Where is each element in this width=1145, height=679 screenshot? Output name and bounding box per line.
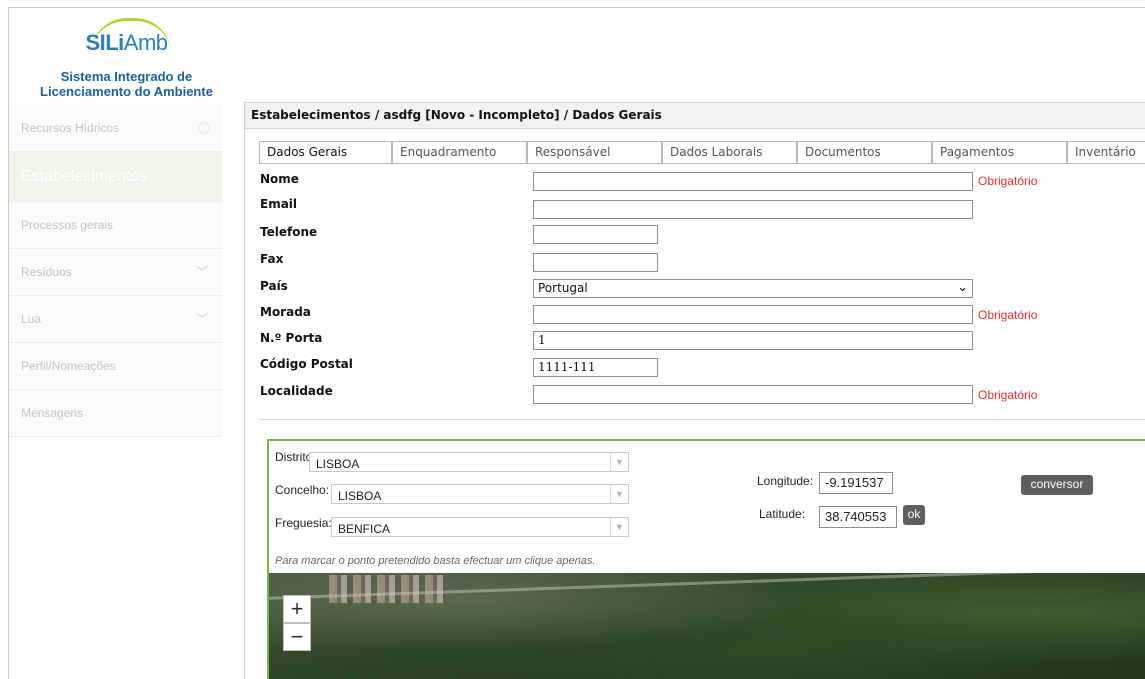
morada-label: Morada bbox=[260, 305, 311, 319]
concelho-select-value: LISBOA bbox=[338, 489, 382, 503]
concelho-label: Concelho: bbox=[275, 483, 330, 497]
map-buildings bbox=[329, 575, 449, 603]
email-label: Email bbox=[260, 197, 298, 211]
localidade-required: Obrigatório bbox=[978, 388, 1038, 402]
concelho-select[interactable]: LISBOA ▼ bbox=[331, 484, 629, 504]
sidebar-item-label: Perfil/Nomeações bbox=[21, 359, 116, 373]
map-hint: Para marcar o ponto pretendido basta efe… bbox=[275, 555, 596, 567]
sidebar-item-mensagens[interactable]: Mensagens bbox=[9, 390, 222, 437]
satellite-map[interactable]: + − bbox=[269, 573, 1145, 679]
pais-select-value: Portugal bbox=[538, 281, 588, 295]
sidebar: Recursos Hídricos Estabelecimentos Proce… bbox=[9, 105, 222, 437]
nome-input[interactable] bbox=[533, 172, 973, 191]
distrito-select-value: LISBOA bbox=[316, 457, 360, 471]
freguesia-label: Freguesia: bbox=[275, 516, 332, 530]
conversor-button[interactable]: conversor bbox=[1021, 475, 1093, 495]
tab-responsavel[interactable]: Responsável bbox=[527, 141, 662, 163]
app-frame: SILiAmb Sistema Integrado de Licenciamen… bbox=[8, 7, 1145, 679]
location-panel: Distrito: LISBOA ▼ Concelho: LISBOA ▼ Fr… bbox=[267, 439, 1145, 679]
chevron-down-icon: ▼ bbox=[610, 518, 628, 536]
logo-brand: SILiAmb bbox=[85, 30, 168, 55]
sidebar-item-recursos-hidricos[interactable]: Recursos Hídricos bbox=[9, 105, 222, 152]
chevron-down-icon: ﹀ bbox=[195, 265, 208, 279]
porta-label: N.º Porta bbox=[260, 331, 323, 345]
tab-dados-laborais[interactable]: Dados Laborais bbox=[662, 141, 797, 163]
sidebar-item-label: Mensagens bbox=[21, 406, 84, 420]
logo-subtitle-2: Licenciamento do Ambiente bbox=[40, 84, 213, 99]
sidebar-item-label: Resíduos bbox=[21, 265, 72, 279]
chevron-down-icon: ⌄ bbox=[957, 280, 968, 295]
section-divider bbox=[259, 419, 1145, 420]
sidebar-item-perfil-nomeacoes[interactable]: Perfil/Nomeações bbox=[9, 343, 222, 390]
pais-label: País bbox=[260, 279, 288, 293]
chevron-down-icon: ▼ bbox=[610, 485, 628, 503]
ok-button[interactable]: ok bbox=[903, 505, 925, 525]
fax-label: Fax bbox=[260, 252, 284, 266]
codigo-postal-label: Código Postal bbox=[260, 357, 353, 371]
freguesia-select-value: BENFICA bbox=[338, 522, 391, 536]
latitude-input[interactable]: 38.740553 bbox=[819, 506, 897, 528]
fax-input[interactable] bbox=[533, 253, 658, 272]
tab-pagamentos[interactable]: Pagamentos bbox=[932, 141, 1067, 163]
siliamb-logo[interactable]: SILiAmb Sistema Integrado de Licenciamen… bbox=[9, 8, 244, 108]
sidebar-item-estabelecimentos[interactable]: Estabelecimentos bbox=[9, 152, 222, 202]
nome-required: Obrigatório bbox=[978, 174, 1038, 188]
sidebar-item-processos-gerais[interactable]: Processos gerais bbox=[9, 202, 222, 249]
chevron-down-icon: ▼ bbox=[610, 453, 628, 471]
chevron-down-icon: ﹀ bbox=[195, 312, 208, 326]
sidebar-item-label: Lua bbox=[21, 312, 42, 326]
sidebar-item-residuos[interactable]: Resíduos ﹀ bbox=[9, 249, 222, 296]
zoom-out-button[interactable]: − bbox=[283, 623, 311, 651]
codigo-postal-input[interactable]: 1111-111 bbox=[533, 358, 658, 377]
distrito-select[interactable]: LISBOA ▼ bbox=[309, 452, 629, 472]
localidade-label: Localidade bbox=[260, 384, 333, 398]
sidebar-item-label: Processos gerais bbox=[21, 218, 114, 232]
tab-inventario[interactable]: Inventário bbox=[1067, 141, 1145, 163]
tab-enquadramento[interactable]: Enquadramento bbox=[392, 141, 527, 163]
main-content: Estabelecimentos / asdfg [Novo - Incompl… bbox=[244, 102, 1145, 679]
freguesia-select[interactable]: BENFICA ▼ bbox=[331, 517, 629, 537]
zoom-in-button[interactable]: + bbox=[283, 595, 311, 623]
logo-subtitle-1: Sistema Integrado de bbox=[60, 69, 193, 84]
tab-underline bbox=[259, 163, 1145, 164]
morada-input[interactable] bbox=[533, 305, 973, 324]
breadcrumb: Estabelecimentos / asdfg [Novo - Incompl… bbox=[245, 102, 1145, 129]
porta-input[interactable]: 1 bbox=[533, 331, 973, 350]
sidebar-item-label: Estabelecimentos bbox=[21, 168, 148, 185]
longitude-input[interactable]: -9.191537 bbox=[819, 472, 893, 494]
morada-required: Obrigatório bbox=[978, 308, 1038, 322]
sidebar-item-lua[interactable]: Lua ﹀ bbox=[9, 296, 222, 343]
localidade-input[interactable] bbox=[533, 385, 973, 404]
tab-dados-gerais[interactable]: Dados Gerais bbox=[259, 141, 392, 163]
longitude-label: Longitude: bbox=[757, 474, 814, 488]
latitude-label: Latitude: bbox=[759, 507, 806, 521]
telefone-input[interactable] bbox=[533, 225, 658, 244]
sidebar-item-label: Recursos Hídricos bbox=[21, 121, 120, 135]
email-input[interactable] bbox=[533, 200, 973, 219]
tab-documentos[interactable]: Documentos bbox=[797, 141, 932, 163]
circle-icon bbox=[198, 122, 210, 134]
pais-select[interactable]: Portugal ⌄ bbox=[533, 279, 973, 298]
nome-label: Nome bbox=[260, 172, 299, 186]
telefone-label: Telefone bbox=[260, 225, 318, 239]
